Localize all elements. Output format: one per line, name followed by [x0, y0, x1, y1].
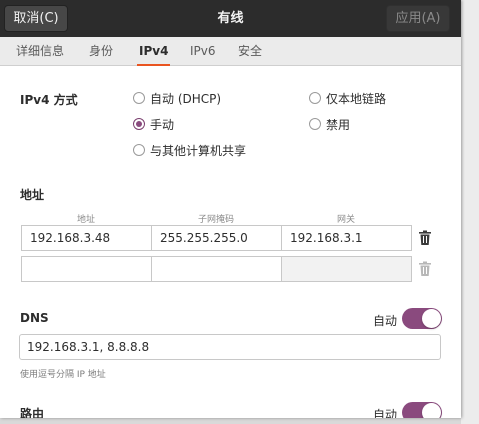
radio-label: 与其他计算机共享	[150, 143, 247, 158]
dns-hint: 使用逗号分隔 IP 地址	[20, 370, 106, 380]
ipv4-method-label: IPv4 方式	[20, 93, 78, 107]
column-header-address: 地址	[76, 215, 95, 225]
ipv4-settings-panel: IPv4 方式 自动 (DHCP) 仅本地链路 手动 禁用 与其他计算机共享 地…	[0, 66, 461, 418]
address-input-empty[interactable]	[21, 256, 152, 282]
radio-shared[interactable]: 与其他计算机共享	[133, 142, 246, 158]
dns-auto-switch[interactable]	[402, 308, 442, 329]
dns-servers-input[interactable]: 192.168.3.1, 8.8.8.8	[19, 334, 441, 360]
address-input[interactable]: 192.168.3.48	[21, 225, 152, 251]
radio-disabled[interactable]: 禁用	[309, 116, 350, 132]
address-section-label: 地址	[20, 188, 45, 202]
radio-indicator	[133, 118, 145, 130]
radio-label: 禁用	[326, 117, 351, 132]
tab-ipv4[interactable]: IPv4	[136, 37, 171, 67]
radio-manual[interactable]: 手动	[133, 116, 174, 132]
radio-label: 手动	[150, 117, 175, 132]
radio-auto-dhcp[interactable]: 自动 (DHCP)	[133, 90, 221, 106]
tab-security[interactable]: 安全	[238, 37, 262, 66]
gateway-input[interactable]: 192.168.3.1	[281, 225, 412, 251]
apply-button[interactable]: 应用(A)	[386, 5, 450, 32]
radio-label: 自动 (DHCP)	[150, 91, 222, 106]
gateway-input-empty[interactable]	[281, 256, 412, 282]
wired-settings-dialog: 取消(C) 有线 应用(A) 详细信息 身份 IPv4 IPv6 安全 IPv4…	[0, 0, 461, 418]
dns-auto-label: 自动	[373, 314, 398, 328]
cancel-button[interactable]: 取消(C)	[4, 5, 68, 32]
tab-identity[interactable]: 身份	[89, 37, 113, 66]
tab-details[interactable]: 详细信息	[16, 37, 64, 66]
column-header-gateway: 网关	[336, 215, 355, 225]
desktop-background	[461, 0, 479, 424]
tab-ipv6[interactable]: IPv6	[190, 37, 216, 66]
column-header-netmask: 子网掩码	[197, 215, 234, 225]
radio-indicator	[133, 92, 145, 104]
dns-label: DNS	[20, 311, 49, 325]
delete-address-icon[interactable]	[418, 230, 432, 246]
routes-auto-switch[interactable]	[402, 402, 442, 418]
radio-link-local[interactable]: 仅本地链路	[309, 90, 386, 106]
netmask-input-empty[interactable]	[151, 256, 282, 282]
tab-bar: 详细信息 身份 IPv4 IPv6 安全	[0, 37, 461, 67]
routes-auto-label: 自动	[373, 408, 398, 418]
radio-indicator	[309, 118, 321, 130]
netmask-input[interactable]: 255.255.255.0	[151, 225, 282, 251]
radio-indicator	[133, 144, 145, 156]
routes-label: 路由	[20, 407, 45, 418]
delete-address-icon-disabled	[419, 261, 431, 276]
dialog-header: 取消(C) 有线 应用(A)	[0, 0, 461, 37]
radio-label: 仅本地链路	[326, 91, 387, 106]
radio-indicator	[309, 92, 321, 104]
